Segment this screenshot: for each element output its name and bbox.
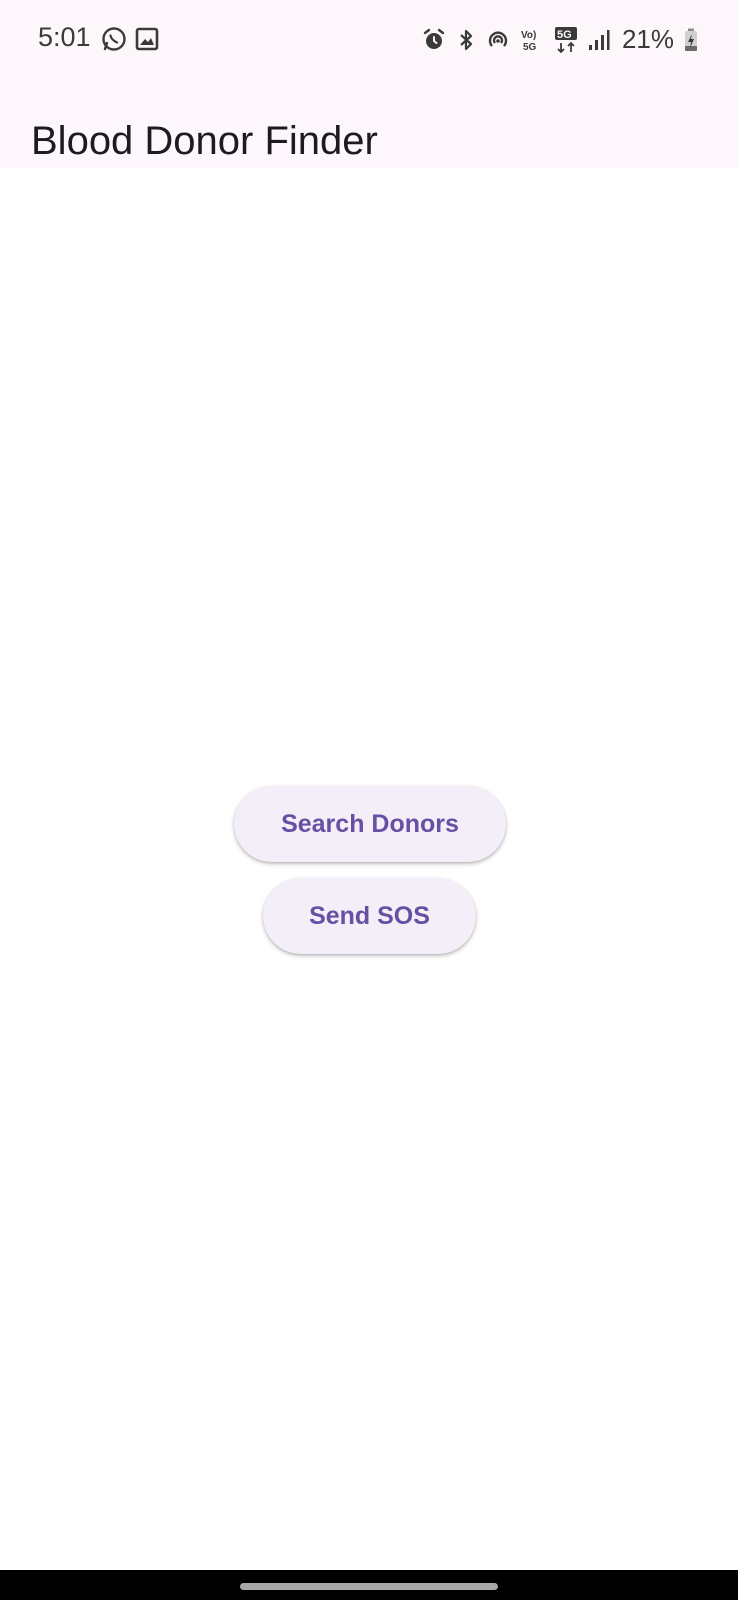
app-bar: Blood Donor Finder [0, 78, 738, 168]
gallery-icon [135, 27, 159, 51]
status-time: 5:01 [38, 22, 91, 52]
hotspot-icon [486, 28, 510, 52]
home-gesture-handle[interactable] [240, 1583, 498, 1590]
bluetooth-icon [456, 28, 476, 52]
svg-text:5G: 5G [523, 42, 537, 53]
alarm-icon [422, 28, 446, 52]
5g-data-icon: 5G [554, 26, 578, 54]
status-bar: 5:01 Vo) 5G 5G 21% [0, 0, 738, 78]
notification-icons [101, 26, 159, 52]
signal-icon [588, 28, 610, 52]
page-title: Blood Donor Finder [31, 118, 378, 163]
system-status-icons: Vo) 5G 5G 21% [422, 24, 698, 55]
volte-5g-icon: Vo) 5G [520, 27, 544, 53]
svg-text:5G: 5G [557, 29, 572, 41]
search-donors-button[interactable]: Search Donors [234, 786, 506, 862]
svg-text:Vo): Vo) [521, 30, 536, 41]
whatsapp-icon [101, 26, 127, 52]
battery-charging-icon [684, 28, 698, 52]
battery-percent: 21% [621, 24, 674, 54]
send-sos-button[interactable]: Send SOS [263, 878, 476, 954]
